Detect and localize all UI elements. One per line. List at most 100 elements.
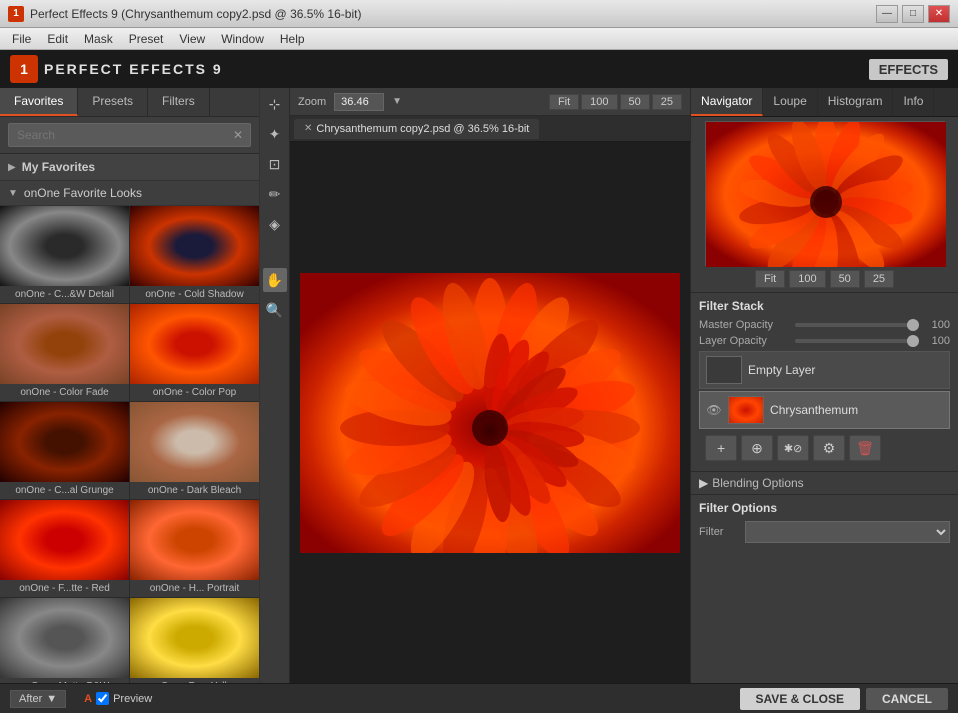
cancel-button[interactable]: CANCEL xyxy=(866,688,948,710)
zoom-buttons: Fit 100 50 25 xyxy=(549,94,682,110)
navigator-preview xyxy=(705,121,945,266)
eyedropper-tool-button[interactable]: ✦ xyxy=(263,122,287,146)
tab-info[interactable]: Info xyxy=(893,88,934,116)
canvas-container[interactable] xyxy=(290,142,690,683)
preview-toggle[interactable]: A Preview xyxy=(84,692,152,705)
menu-preset[interactable]: Preset xyxy=(121,30,172,48)
delete-layer-button[interactable]: 🗑 xyxy=(849,435,881,461)
tab-close-icon[interactable]: ✕ xyxy=(304,123,312,134)
menu-file[interactable]: File xyxy=(4,30,39,48)
favorites-arrow-icon: ▶ xyxy=(8,162,16,173)
preset-thumbnail xyxy=(0,598,129,678)
search-input[interactable] xyxy=(8,123,251,147)
chrysanthemum-layer-name: Chrysanthemum xyxy=(770,403,858,417)
tab-presets[interactable]: Presets xyxy=(78,88,148,116)
my-favorites-header[interactable]: ▶ My Favorites xyxy=(0,154,259,181)
tab-loupe[interactable]: Loupe xyxy=(763,88,817,116)
preset-label: onOne - Cold Shadow xyxy=(130,286,259,303)
menu-window[interactable]: Window xyxy=(213,30,272,48)
preset-grid: onOne - C...&W Detail onOne - Cold Shado… xyxy=(0,206,259,683)
hand-tool-button[interactable]: ✋ xyxy=(263,268,287,292)
app-header: 1 PERFECT EFFECTS 9 EFFECTS xyxy=(0,50,958,88)
preset-label: onOne - Dark Bleach xyxy=(130,482,259,499)
filter-stack-panel: Filter Stack Master Opacity 100 Layer Op… xyxy=(691,292,958,471)
view-dropdown-value: After xyxy=(19,693,42,705)
list-item[interactable]: onOne - C...&W Detail xyxy=(0,206,129,303)
nav-fit-button[interactable]: Fit xyxy=(755,270,785,288)
zoom-50-button[interactable]: 50 xyxy=(620,94,650,110)
mask-layer-button[interactable]: ✱⊘ xyxy=(777,435,809,461)
list-item[interactable]: onOne - Cold Shadow xyxy=(130,206,259,303)
empty-layer-thumbnail xyxy=(706,356,742,384)
add-layer-button[interactable]: + xyxy=(705,435,737,461)
save-close-button[interactable]: SAVE & CLOSE xyxy=(740,688,860,710)
menu-view[interactable]: View xyxy=(171,30,213,48)
navigator-zoom-buttons: Fit 100 50 25 xyxy=(695,270,954,288)
onone-looks-header[interactable]: ▼ onOne Favorite Looks xyxy=(0,181,259,206)
layer-opacity-thumb[interactable] xyxy=(907,335,919,347)
canvas-tab-chrysanthemum[interactable]: ✕ Chrysanthemum copy2.psd @ 36.5% 16-bit xyxy=(294,119,539,139)
paint-tool-button[interactable]: ✏ xyxy=(263,182,287,206)
fit-button[interactable]: Fit xyxy=(549,94,579,110)
list-item[interactable]: onOne - Matte B&W xyxy=(0,598,129,683)
preset-thumbnail xyxy=(0,206,129,286)
master-opacity-thumb[interactable] xyxy=(907,319,919,331)
zoom-25-button[interactable]: 25 xyxy=(652,94,682,110)
list-item[interactable]: onOne - P... - Yellow xyxy=(130,598,259,683)
list-item[interactable]: onOne - Color Fade xyxy=(0,304,129,401)
preset-thumbnail xyxy=(130,500,259,580)
minimize-button[interactable]: — xyxy=(876,5,898,23)
master-opacity-value: 100 xyxy=(925,319,950,331)
duplicate-layer-button[interactable]: ⊕ xyxy=(741,435,773,461)
zoom-dropdown-icon[interactable]: ▼ xyxy=(392,96,402,107)
tab-filters[interactable]: Filters xyxy=(148,88,210,116)
right-panel: Navigator Loupe Histogram Info xyxy=(690,88,958,683)
layer-item-chrysanthemum[interactable]: 👁 Chrysanthemum xyxy=(699,391,950,429)
preview-checkbox[interactable] xyxy=(96,692,109,705)
zoom-100-button[interactable]: 100 xyxy=(581,94,617,110)
view-dropdown[interactable]: After ▼ xyxy=(10,690,66,708)
nav-25-button[interactable]: 25 xyxy=(864,270,894,288)
nav-50-button[interactable]: 50 xyxy=(830,270,860,288)
move-tool-button[interactable]: ⊹ xyxy=(263,92,287,116)
list-item[interactable]: onOne - C...al Grunge xyxy=(0,402,129,499)
menu-mask[interactable]: Mask xyxy=(76,30,121,48)
list-item[interactable]: onOne - Color Pop xyxy=(130,304,259,401)
layer-visibility-icon[interactable]: 👁 xyxy=(706,402,722,418)
master-opacity-label: Master Opacity xyxy=(699,319,789,331)
chrysanthemum-layer-thumbnail xyxy=(728,396,764,424)
chrysanthemum-svg xyxy=(300,273,680,553)
layer-opacity-value: 100 xyxy=(925,335,950,347)
blending-options-header[interactable]: ▶ Blending Options xyxy=(691,471,958,494)
close-button[interactable]: ✕ xyxy=(928,5,950,23)
nav-preview-svg xyxy=(706,122,946,267)
maximize-button[interactable]: □ xyxy=(902,5,924,23)
master-opacity-slider[interactable] xyxy=(795,323,919,327)
preset-label: onOne - Color Fade xyxy=(0,384,129,401)
list-item[interactable]: onOne - H... Portrait xyxy=(130,500,259,597)
list-item[interactable]: onOne - Dark Bleach xyxy=(130,402,259,499)
tab-favorites[interactable]: Favorites xyxy=(0,88,78,116)
menu-help[interactable]: Help xyxy=(272,30,313,48)
navigator-panel: Fit 100 50 25 xyxy=(691,117,958,292)
filter-stack-title: Filter Stack xyxy=(699,299,950,313)
tab-histogram[interactable]: Histogram xyxy=(818,88,894,116)
filter-options-title: Filter Options xyxy=(699,501,950,515)
gradient-tool-button[interactable]: ◈ xyxy=(263,212,287,236)
zoom-bar: Zoom 36.46 ▼ Fit 100 50 25 xyxy=(290,88,690,116)
nav-100-button[interactable]: 100 xyxy=(789,270,825,288)
filter-select[interactable] xyxy=(745,521,950,543)
layer-item-empty[interactable]: Empty Layer xyxy=(699,351,950,389)
layer-opacity-slider[interactable] xyxy=(795,339,919,343)
window-controls: — □ ✕ xyxy=(876,5,950,23)
list-item[interactable]: onOne - F...tte - Red xyxy=(0,500,129,597)
search-clear-icon[interactable]: ✕ xyxy=(233,128,243,142)
settings-layer-button[interactable]: ⚙ xyxy=(813,435,845,461)
menu-edit[interactable]: Edit xyxy=(39,30,76,48)
zoom-tool-button[interactable]: 🔍 xyxy=(263,298,287,322)
zoom-label: Zoom xyxy=(298,96,326,108)
preset-label: onOne - Color Pop xyxy=(130,384,259,401)
view-dropdown-icon: ▼ xyxy=(46,693,57,705)
crop-tool-button[interactable]: ⊡ xyxy=(263,152,287,176)
tab-navigator[interactable]: Navigator xyxy=(691,88,763,116)
